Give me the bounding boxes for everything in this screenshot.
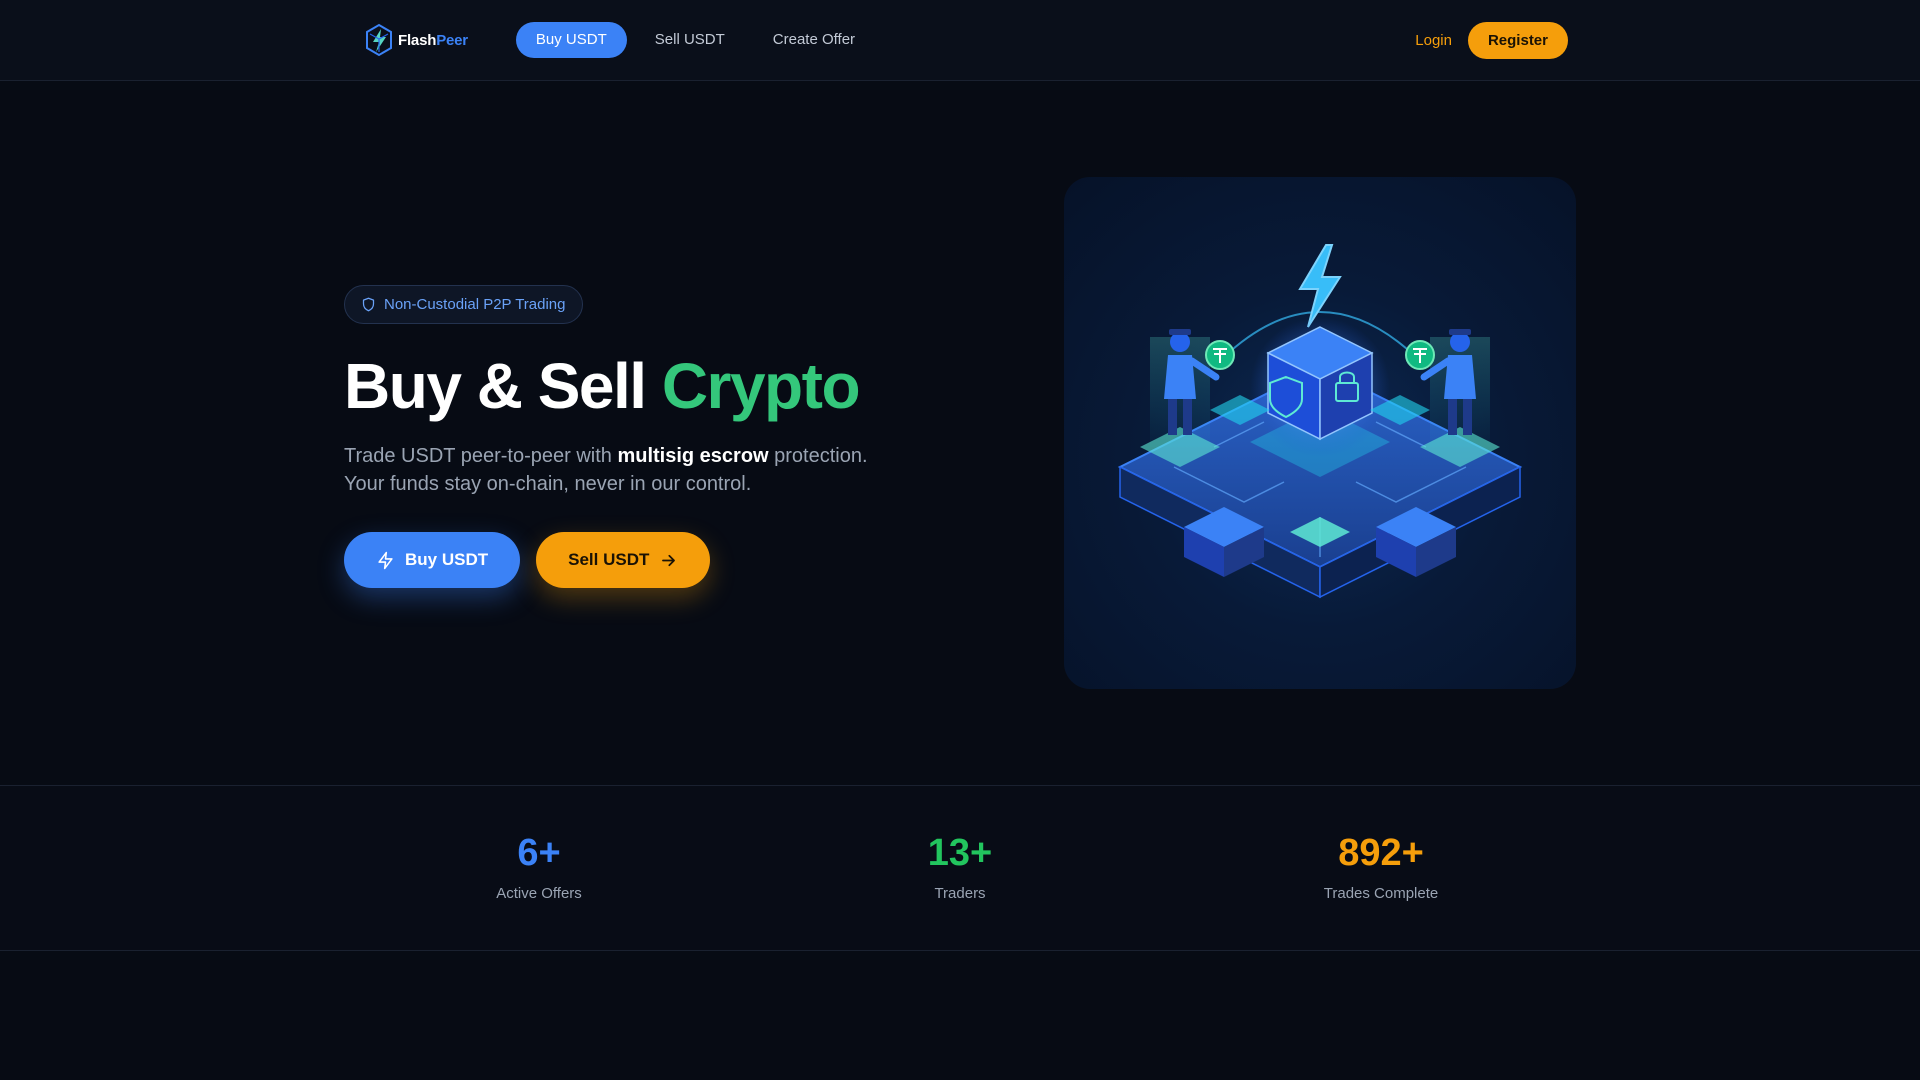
login-link[interactable]: Login	[1415, 32, 1452, 49]
hero-title: Buy & Sell Crypto	[344, 350, 861, 422]
hero-sell-button[interactable]: Sell USDT	[536, 532, 711, 588]
badge-label: Non-Custodial P2P Trading	[384, 296, 566, 313]
stat-traders: 13+ Traders	[810, 831, 1110, 902]
hero-subtitle: Trade USDT peer-to-peer with multisig es…	[344, 445, 868, 495]
lightning-icon	[378, 551, 393, 569]
auth-actions: Login Register	[1415, 21, 1568, 59]
main-nav: Buy USDT Sell USDT Create Offer	[515, 22, 875, 58]
stat-label: Trades Complete	[1323, 885, 1439, 902]
brand-name: FlashPeer	[398, 31, 468, 49]
escrow-platform-illustration	[1117, 244, 1523, 599]
stat-active-offers: 6+ Active Offers	[389, 831, 689, 902]
top-navbar: FlashPeer Buy USDT Sell USDT Create Offe…	[0, 0, 1920, 81]
arrow-right-icon	[662, 554, 676, 566]
register-button[interactable]: Register	[1467, 21, 1568, 59]
hero-buy-button[interactable]: Buy USDT	[344, 532, 521, 588]
shield-icon	[362, 297, 375, 312]
stat-value: 892+	[1338, 832, 1424, 874]
nav-create-offer[interactable]: Create Offer	[753, 22, 875, 58]
stat-label: Active Offers	[496, 885, 582, 902]
stat-value: 13+	[927, 832, 993, 874]
stats-bar: 6+ Active Offers 13+ Traders 892+ Trades…	[0, 785, 1920, 951]
hero-cta-group: Buy USDT Sell USDT	[344, 532, 984, 588]
flashpeer-logo-icon	[366, 23, 392, 57]
nav-buy-usdt[interactable]: Buy USDT	[515, 22, 627, 58]
stat-trades-complete: 892+ Trades Complete	[1231, 831, 1531, 902]
nav-sell-usdt[interactable]: Sell USDT	[635, 22, 745, 58]
brand-logo[interactable]: FlashPeer	[364, 23, 468, 57]
hero-illustration	[1064, 177, 1576, 689]
hero-section: Non-Custodial P2P Trading Buy & Sell Cry…	[344, 285, 984, 588]
stat-label: Traders	[934, 885, 986, 902]
non-custodial-badge: Non-Custodial P2P Trading	[344, 285, 583, 324]
stat-value: 6+	[517, 832, 561, 874]
hero-title-accent: Crypto	[661, 350, 861, 422]
